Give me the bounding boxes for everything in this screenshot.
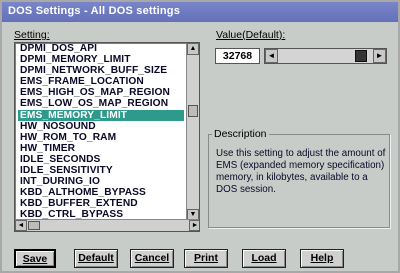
list-item[interactable]: HW_TIMER <box>18 143 184 154</box>
description-title: Description <box>212 128 269 140</box>
slider-thumb[interactable] <box>355 50 368 62</box>
vertical-scrollbar[interactable]: ▲ ▼ <box>186 43 199 221</box>
scroll-up-arrow-icon[interactable]: ▲ <box>187 43 199 55</box>
load-button-label: Load <box>251 252 277 264</box>
list-item[interactable]: EMS_HIGH_OS_MAP_REGION <box>18 87 184 98</box>
list-item[interactable]: HW_NOSOUND <box>18 121 184 132</box>
description-text: Use this setting to adjust the amount of… <box>216 148 386 195</box>
vertical-scroll-thumb[interactable] <box>188 105 198 117</box>
scroll-left-arrow-icon[interactable]: ◄ <box>15 220 27 231</box>
default-button-label: Default <box>78 252 114 264</box>
print-button-label: Print <box>194 252 218 264</box>
default-button[interactable]: Default <box>74 249 118 268</box>
list-item[interactable]: EMS_LOW_OS_MAP_REGION <box>18 98 184 109</box>
print-button[interactable]: Print <box>184 249 228 268</box>
scroll-right-arrow-icon[interactable]: ► <box>189 220 199 231</box>
value-input[interactable]: 32768 <box>215 48 260 64</box>
cancel-button[interactable]: Cancel <box>130 249 174 268</box>
slider-left-arrow-icon[interactable]: ◄ <box>265 49 278 63</box>
setting-label: Setting: <box>14 29 50 41</box>
list-item[interactable]: KBD_BUFFER_EXTEND <box>18 198 184 209</box>
list-item[interactable]: IDLE_SENSITIVITY <box>18 165 184 176</box>
save-button-label: Save <box>22 253 48 265</box>
value-slider[interactable]: ◄ ► <box>264 48 387 64</box>
list-item[interactable]: EMS_FRAME_LOCATION <box>18 76 184 87</box>
window-title: DOS Settings - All DOS settings <box>2 2 398 22</box>
load-button[interactable]: Load <box>242 249 286 268</box>
save-button[interactable]: Save <box>14 249 56 268</box>
value-label: Value(Default): <box>216 29 286 41</box>
list-item[interactable]: INT_DURING_IO <box>18 176 184 187</box>
list-item[interactable]: DPMI_MEMORY_LIMIT <box>18 54 184 65</box>
list-item[interactable]: DPMI_DOS_API <box>18 43 184 54</box>
help-button[interactable]: Help <box>300 249 344 268</box>
list-item[interactable]: DPMI_NETWORK_BUFF_SIZE <box>18 65 184 76</box>
list-item[interactable]: HW_ROM_TO_RAM <box>18 132 184 143</box>
help-button-label: Help <box>310 252 334 264</box>
slider-right-arrow-icon[interactable]: ► <box>373 49 386 63</box>
list-item[interactable]: KBD_ALTHOME_BYPASS <box>18 187 184 198</box>
settings-list: DPMI_DOS_API DPMI_MEMORY_LIMIT DPMI_NETWOR… <box>18 43 184 221</box>
list-item[interactable]: IDLE_SECONDS <box>18 154 184 165</box>
horizontal-scrollbar[interactable]: ◄ ► <box>15 219 199 231</box>
cancel-button-label: Cancel <box>134 252 170 264</box>
list-item[interactable]: EMS_MEMORY_LIMIT <box>18 109 184 121</box>
dos-settings-window: DOS Settings - All DOS settings Setting:… <box>0 0 400 273</box>
horizontal-scroll-thumb[interactable] <box>28 221 40 230</box>
settings-listbox[interactable]: DPMI_DOS_API DPMI_MEMORY_LIMIT DPMI_NETWOR… <box>14 42 200 232</box>
